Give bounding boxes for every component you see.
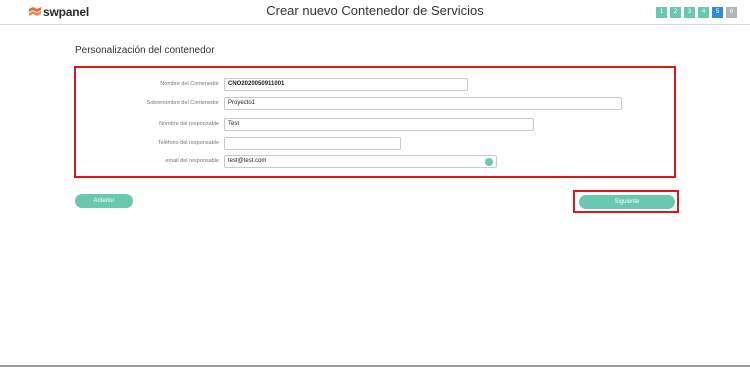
responsible-email-field[interactable]: test@test.com bbox=[224, 155, 497, 168]
container-nickname-label: Sobrenombre del Contenedor bbox=[146, 100, 219, 106]
responsible-email-value: test@test.com bbox=[228, 158, 267, 164]
step-3[interactable]: 3 bbox=[684, 7, 695, 18]
page-title: Crear nuevo Contenedor de Servicios bbox=[266, 3, 484, 18]
step-2[interactable]: 2 bbox=[670, 7, 681, 18]
container-name-field[interactable]: CNO2020050911001 bbox=[224, 78, 468, 91]
container-form: Nombre del Contenedor CNO2020050911001 S… bbox=[74, 66, 676, 178]
previous-button[interactable]: Anterior bbox=[75, 194, 133, 208]
responsible-email-row: email del responsable test@test.com bbox=[76, 155, 674, 168]
step-4[interactable]: 4 bbox=[698, 7, 709, 18]
container-name-row: Nombre del Contenedor CNO2020050911001 bbox=[76, 78, 674, 91]
section-title: Personalización del contenedor bbox=[75, 45, 215, 56]
container-nickname-field[interactable]: Proyecto1 bbox=[224, 97, 622, 110]
container-nickname-row: Sobrenombre del Contenedor Proyecto1 bbox=[76, 97, 674, 110]
step-5[interactable]: 5 bbox=[712, 7, 723, 18]
responsible-name-label: Nombre del responsable bbox=[159, 121, 219, 127]
responsible-name-field[interactable]: Test bbox=[224, 118, 534, 131]
next-button-highlight: Siguiente bbox=[573, 190, 679, 213]
step-6: 6 bbox=[726, 7, 737, 18]
next-button[interactable]: Siguiente bbox=[579, 195, 675, 209]
responsible-email-label: email del responsable bbox=[165, 158, 219, 164]
app-header: swpanel Crear nuevo Contenedor de Servic… bbox=[0, 0, 750, 25]
responsible-phone-label: Teléfono del responsable bbox=[157, 140, 219, 146]
wizard-steps: 1 2 3 4 5 6 bbox=[656, 7, 737, 18]
container-name-label: Nombre del Contenedor bbox=[160, 81, 219, 87]
responsible-phone-row: Teléfono del responsable bbox=[76, 137, 674, 150]
field-status-dot-icon bbox=[485, 158, 493, 166]
responsible-phone-field[interactable] bbox=[224, 137, 401, 150]
step-1[interactable]: 1 bbox=[656, 7, 667, 18]
responsible-name-row: Nombre del responsable Test bbox=[76, 118, 674, 131]
